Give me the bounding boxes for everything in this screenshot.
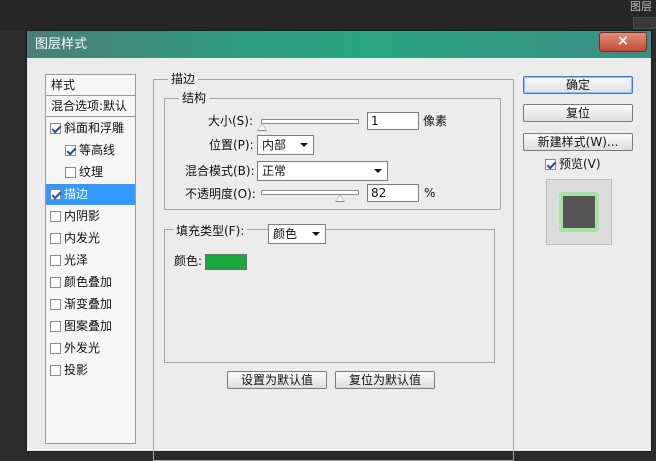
styles-header[interactable]: 样式 [46, 75, 135, 96]
style-item-checkbox[interactable] [50, 299, 61, 310]
style-item[interactable]: 投影 [46, 360, 135, 381]
color-label: 颜色: [174, 254, 203, 268]
style-item[interactable]: 内发光 [46, 228, 135, 249]
opacity-unit: % [424, 186, 436, 200]
ok-button[interactable]: 确定 [523, 76, 633, 94]
preview-checkbox[interactable] [545, 159, 556, 170]
style-item[interactable]: 描边 [46, 184, 135, 205]
reset-default-button[interactable]: 复位为默认值 [335, 371, 435, 389]
layers-search-field[interactable] [633, 17, 656, 29]
style-item-label: 描边 [64, 187, 89, 201]
position-select-value: 内部 [262, 138, 287, 152]
reset-button[interactable]: 复位 [523, 104, 633, 122]
size-label: 大小(S): [208, 114, 254, 128]
style-item[interactable]: 光泽 [46, 250, 135, 271]
fill-type-select-value: 颜色 [273, 227, 298, 241]
style-preview-thumbnail [546, 179, 612, 245]
layer-style-dialog: 图层样式 × 样式 混合选项:默认 斜面和浮雕 等高线 纹理 描边 内阴影 内发光 光泽 颜色… [26, 30, 652, 461]
style-item-checkbox[interactable] [50, 365, 61, 376]
layers-panel-tab[interactable]: 图层 [630, 0, 656, 14]
background-panel [0, 0, 656, 30]
blend-mode-select[interactable]: 正常 [257, 161, 388, 181]
style-item-label: 光泽 [64, 253, 89, 267]
opacity-slider-thumb[interactable] [334, 194, 345, 202]
size-slider-thumb[interactable] [256, 123, 267, 131]
structure-group: 结构 大小(S): 1 像素 位置(P): 内部 混合模式(B): 正常 不透明… [164, 91, 501, 210]
style-item-checkbox[interactable] [50, 211, 61, 222]
preview-label: 预览(V) [559, 157, 601, 171]
style-item[interactable]: 图案叠加 [46, 316, 135, 337]
style-item[interactable]: 渐变叠加 [46, 294, 135, 315]
style-item[interactable]: 斜面和浮雕 [46, 118, 135, 139]
blend-mode-label: 混合模式(B): [185, 164, 255, 178]
style-item-checkbox[interactable] [50, 255, 61, 266]
position-select[interactable]: 内部 [257, 135, 314, 155]
chevron-down-icon [300, 143, 308, 147]
style-item-checkbox[interactable] [50, 343, 61, 354]
blend-mode-select-value: 正常 [262, 164, 287, 178]
chevron-down-icon [312, 232, 320, 236]
style-item[interactable]: 内阴影 [46, 206, 135, 227]
style-item-label: 投影 [64, 363, 89, 377]
style-item-label: 颜色叠加 [64, 275, 113, 289]
style-item-label: 渐变叠加 [64, 297, 113, 311]
style-item-checkbox[interactable] [50, 321, 61, 332]
style-item-label: 等高线 [79, 143, 116, 157]
preview-toggle[interactable]: 预览(V) [545, 156, 601, 172]
size-slider[interactable] [261, 119, 359, 124]
close-icon: × [617, 33, 629, 49]
fill-type-label: 填充类型(F): [173, 223, 248, 239]
new-style-button[interactable]: 新建样式(W)... [523, 133, 633, 151]
structure-group-title: 结构 [179, 91, 210, 105]
style-item-label: 图案叠加 [64, 319, 113, 333]
style-item-label: 内阴影 [64, 209, 101, 223]
style-item-label: 外发光 [64, 341, 101, 355]
opacity-input[interactable]: 82 [367, 184, 419, 202]
dialog-title: 图层样式 [35, 37, 88, 52]
position-label: 位置(P): [209, 138, 254, 152]
style-list: 样式 混合选项:默认 斜面和浮雕等高线纹理描边内阴影内发光光泽颜色叠加渐变叠加图… [45, 74, 136, 444]
fill-type-group: 填充类型(F): 颜色 颜色: [164, 223, 495, 363]
style-item[interactable]: 纹理 [46, 162, 135, 183]
size-unit: 像素 [423, 114, 448, 128]
blending-options-item[interactable]: 混合选项:默认 [46, 96, 135, 117]
style-item-checkbox[interactable] [65, 167, 76, 178]
style-item-checkbox[interactable] [50, 233, 61, 244]
stroke-group-title: 描边 [168, 72, 199, 86]
chevron-down-icon [374, 169, 382, 173]
opacity-label: 不透明度(O): [185, 187, 256, 201]
dialog-titlebar[interactable]: 图层样式 × [27, 31, 651, 58]
style-item-checkbox[interactable] [50, 189, 61, 200]
style-item[interactable]: 颜色叠加 [46, 272, 135, 293]
style-item-label: 斜面和浮雕 [64, 121, 125, 135]
close-button[interactable]: × [599, 32, 647, 52]
stroke-group: 描边 结构 大小(S): 1 像素 位置(P): 内部 混合模式(B): 正常 … [153, 72, 514, 461]
style-item-checkbox[interactable] [50, 277, 61, 288]
set-default-button[interactable]: 设置为默认值 [227, 371, 327, 389]
style-item-label: 纹理 [79, 165, 104, 179]
style-item-checkbox[interactable] [65, 145, 76, 156]
size-input[interactable]: 1 [367, 112, 419, 130]
style-item-label: 内发光 [64, 231, 101, 245]
preview-fill [563, 196, 595, 228]
stroke-color-swatch[interactable] [205, 254, 247, 270]
style-item[interactable]: 外发光 [46, 338, 135, 359]
style-item-checkbox[interactable] [50, 123, 61, 134]
style-item[interactable]: 等高线 [46, 140, 135, 161]
fill-type-select[interactable]: 颜色 [268, 224, 326, 244]
